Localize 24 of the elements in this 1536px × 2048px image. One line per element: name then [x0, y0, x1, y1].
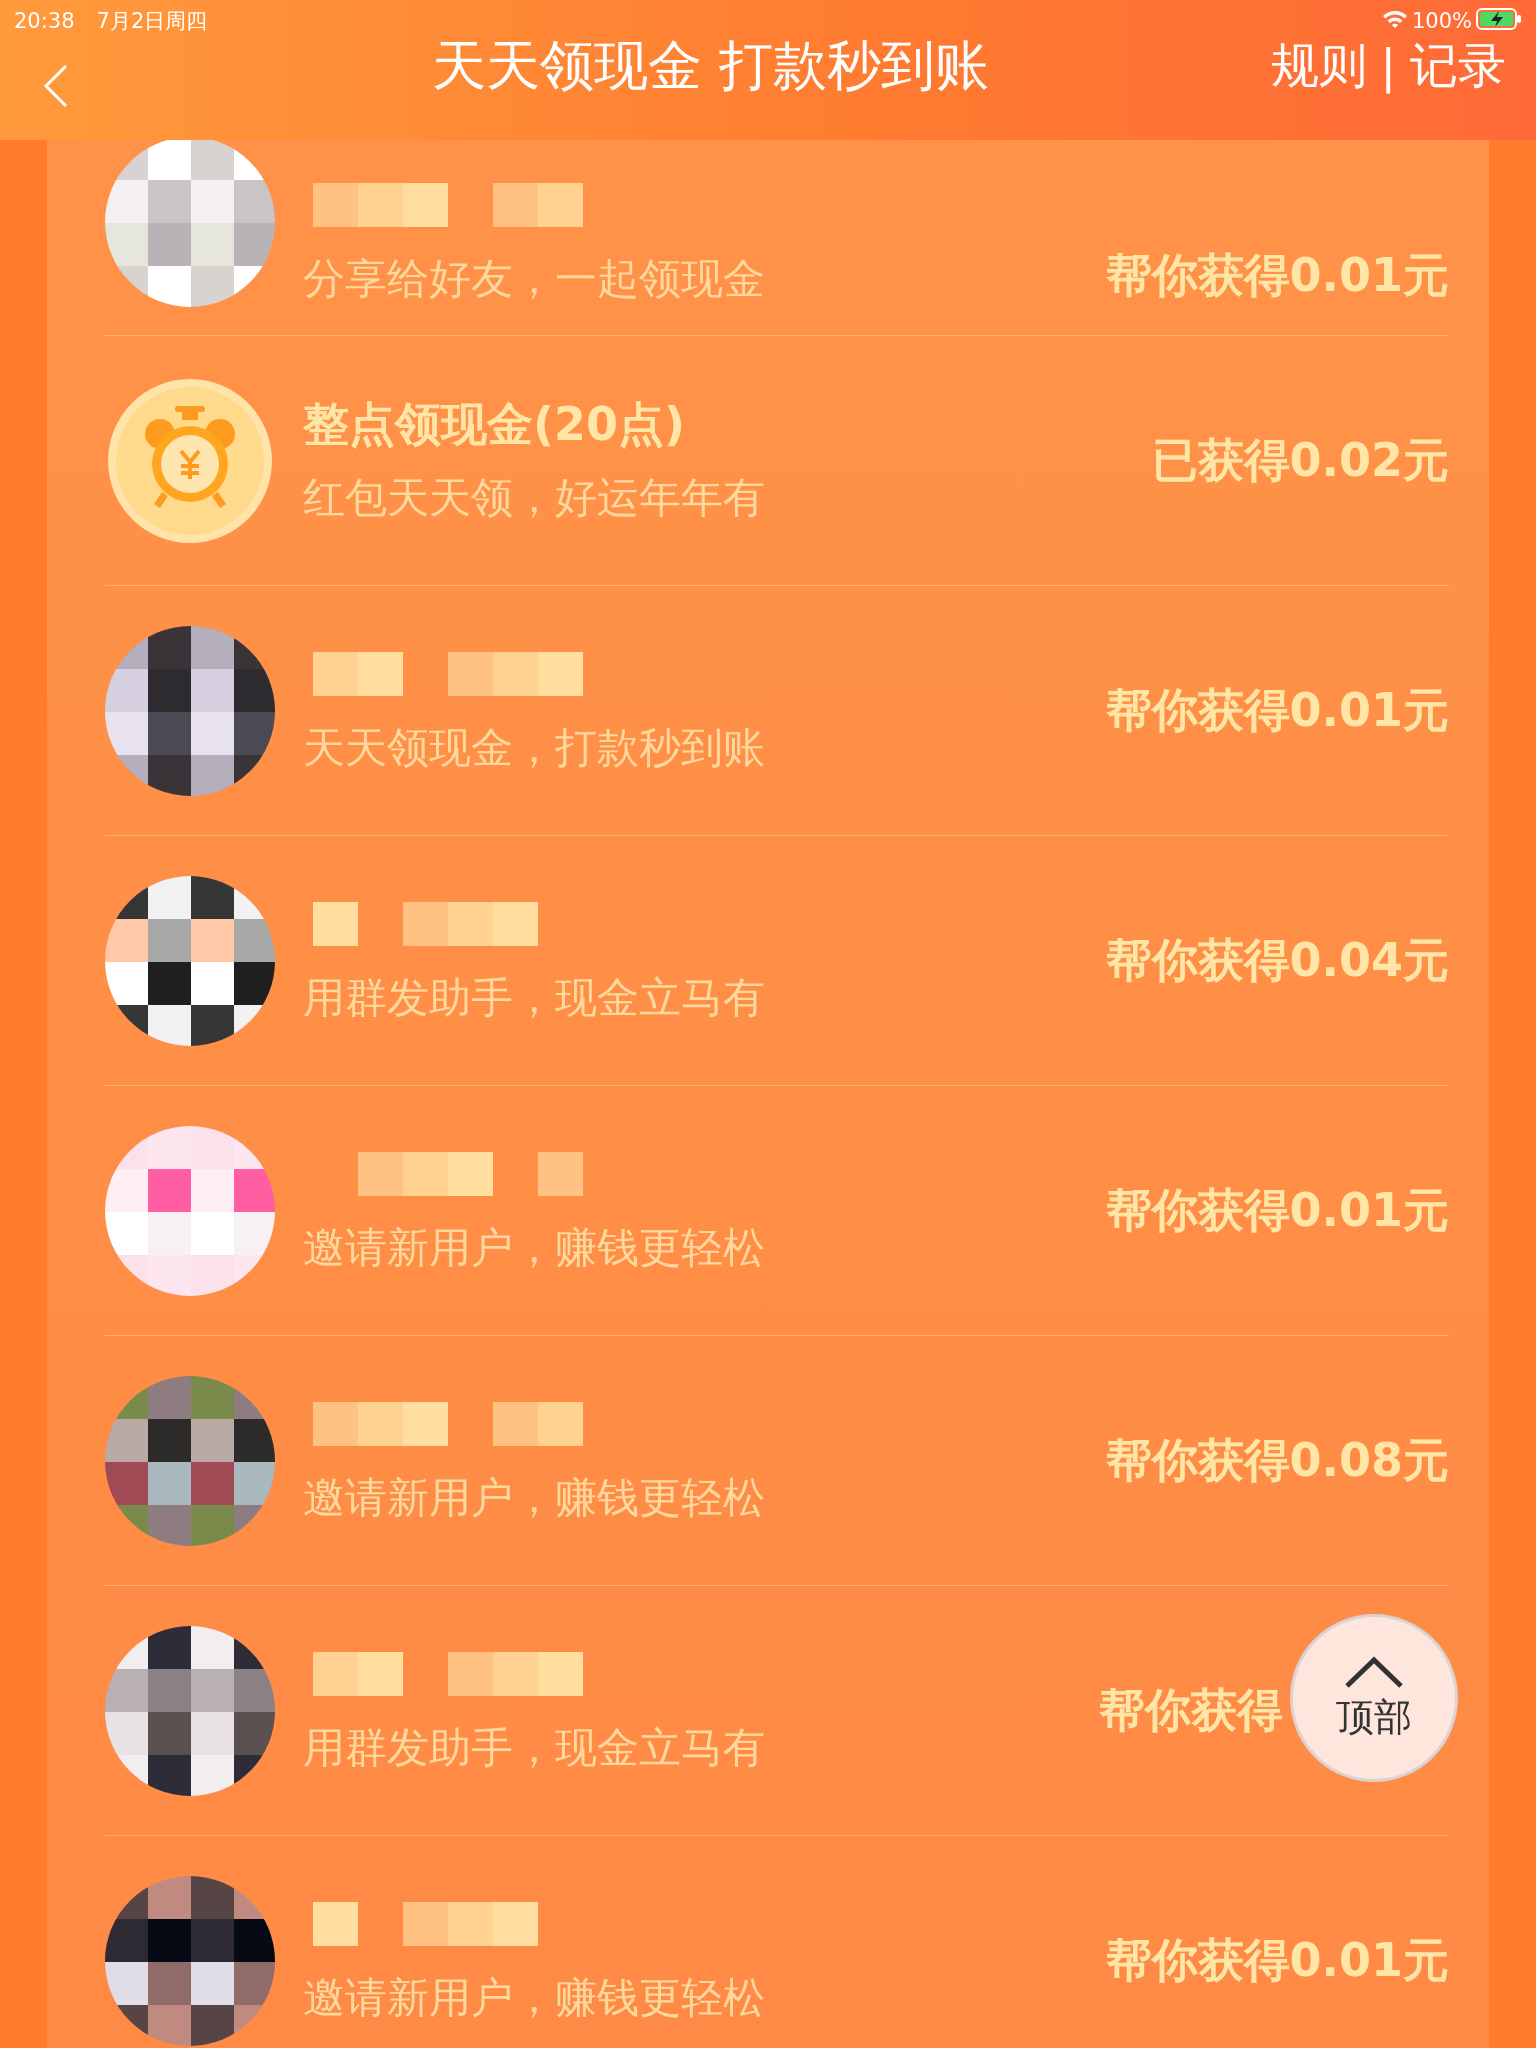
- row-subtitle: 邀请新用户，赚钱更轻松: [303, 1221, 766, 1274]
- page-title: 天天领现金 打款秒到账: [430, 32, 990, 99]
- status-date: 7月2日周四: [96, 8, 208, 35]
- pipe-text: |: [1380, 39, 1396, 93]
- row-subtitle: 邀请新用户，赚钱更轻松: [303, 1471, 766, 1524]
- reward-amount: 帮你获得0.04元: [1105, 931, 1449, 989]
- row-subtitle: 天天领现金，打款秒到账: [303, 721, 766, 774]
- row-subtitle: 分享给好友，一起领现金: [303, 253, 766, 305]
- status-time: 20:38: [14, 9, 75, 33]
- row-subtitle: 邀请新用户，赚钱更轻松: [303, 1971, 766, 2024]
- reward-amount: 帮你获得: [1099, 1681, 1283, 1739]
- reward-amount: 帮你获得0.01元: [1105, 681, 1449, 739]
- reward-amount: 帮你获得0.01元: [1105, 1931, 1449, 1989]
- battery-percent: 100%: [1411, 9, 1472, 33]
- reward-amount: 帮你获得0.01元: [1105, 247, 1449, 304]
- nav-link[interactable]: 规则: [1270, 34, 1367, 98]
- row-title: 整点领现金(20点): [303, 395, 687, 452]
- nav-link[interactable]: 记录: [1410, 34, 1506, 98]
- reward-amount: 已获得0.02元: [1151, 431, 1449, 489]
- row-subtitle: 红包天天领，好运年年有: [303, 471, 766, 524]
- row-subtitle: 用群发助手，现金立马有: [303, 1721, 766, 1774]
- reward-amount: 帮你获得0.01元: [1105, 1181, 1449, 1239]
- reward-amount: 帮你获得0.08元: [1105, 1431, 1449, 1489]
- row-subtitle: 用群发助手，现金立马有: [303, 971, 766, 1024]
